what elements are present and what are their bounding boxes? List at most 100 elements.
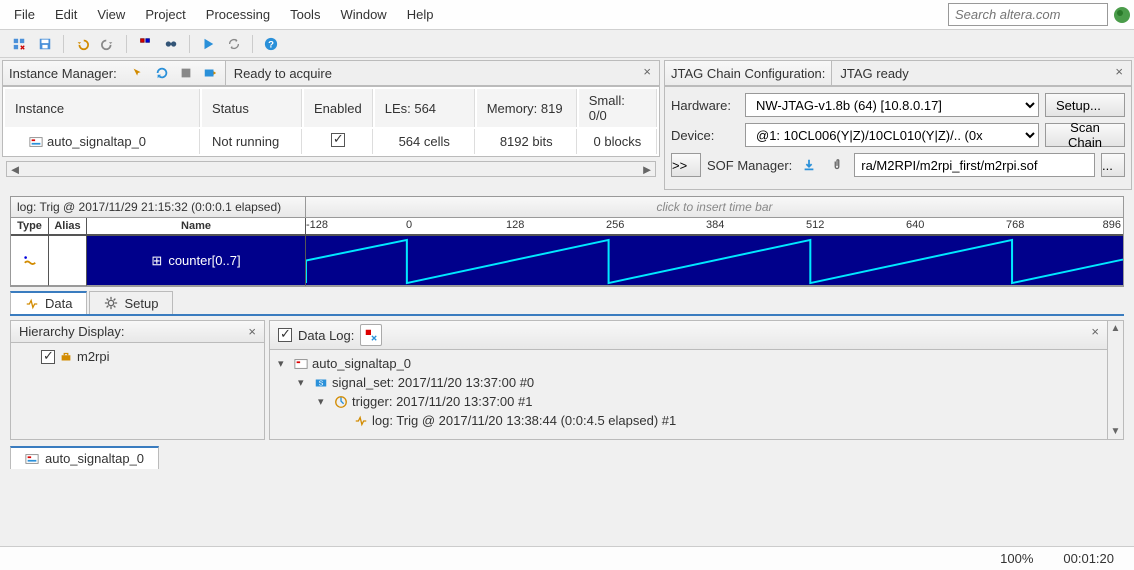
- zoom-level: 100%: [1000, 551, 1033, 566]
- menu-file[interactable]: File: [4, 2, 45, 27]
- sof-path-input[interactable]: [854, 153, 1095, 177]
- tick: 256: [606, 219, 624, 231]
- menu-edit[interactable]: Edit: [45, 2, 87, 27]
- memory-cell: 8192 bits: [477, 129, 577, 154]
- log-title: log: Trig @ 2017/11/29 21:15:32 (0:0:0.1…: [11, 197, 306, 217]
- scanchain-button[interactable]: Scan Chain: [1045, 123, 1125, 147]
- hardware-label: Hardware:: [671, 98, 739, 113]
- col-les[interactable]: LEs: 564: [375, 89, 475, 127]
- horiz-scrollbar[interactable]: ◄ ►: [6, 161, 656, 177]
- col-name[interactable]: Name: [87, 218, 306, 234]
- bottom-tab[interactable]: auto_signaltap_0: [10, 446, 159, 469]
- analyze-icon[interactable]: [8, 33, 30, 55]
- col-small[interactable]: Small: 0/0: [579, 89, 657, 127]
- menu-view[interactable]: View: [87, 2, 135, 27]
- waveform-canvas[interactable]: [306, 236, 1123, 286]
- vert-scrollbar[interactable]: ▲ ▼: [1107, 321, 1123, 439]
- jtag-status: JTAG ready: [831, 61, 1131, 85]
- tick: 384: [706, 219, 724, 231]
- svg-text:S: S: [319, 380, 324, 387]
- enabled-checkbox[interactable]: [331, 133, 345, 147]
- instance-manager-label: Instance Manager:: [3, 66, 123, 81]
- im-stop-icon[interactable]: [175, 62, 197, 84]
- im-cursor-icon[interactable]: [127, 62, 149, 84]
- tick: 640: [906, 219, 924, 231]
- datalog-checkbox[interactable]: [278, 328, 292, 342]
- main-toolbar: ?: [0, 30, 1134, 58]
- setup-button[interactable]: Setup...: [1045, 93, 1125, 117]
- menu-bar: File Edit View Project Processing Tools …: [0, 0, 1134, 30]
- scroll-up-icon[interactable]: ▲: [1111, 323, 1121, 334]
- close-icon[interactable]: ×: [639, 64, 655, 79]
- scroll-left-icon[interactable]: ◄: [7, 162, 23, 177]
- tab-data[interactable]: Data: [10, 291, 87, 314]
- col-memory[interactable]: Memory: 819: [477, 89, 577, 127]
- tick: 896: [1103, 219, 1121, 231]
- signal-type-icon[interactable]: [11, 236, 49, 286]
- play-icon[interactable]: [197, 33, 219, 55]
- instance-status-cell: Not running: [202, 129, 302, 154]
- hierarchy-checkbox[interactable]: [41, 350, 55, 364]
- globe-icon[interactable]: [1114, 7, 1130, 23]
- tree-item[interactable]: ▾auto_signaltap_0: [278, 354, 1099, 373]
- elapsed-time: 00:01:20: [1063, 551, 1114, 566]
- close-icon[interactable]: ×: [1111, 64, 1127, 79]
- help-icon[interactable]: ?: [260, 33, 282, 55]
- im-read-icon[interactable]: [199, 62, 221, 84]
- time-ruler[interactable]: -128 0 128 256 384 512 640 768 896: [306, 218, 1123, 236]
- col-enabled[interactable]: Enabled: [304, 89, 373, 127]
- device-select[interactable]: @1: 10CL006(Y|Z)/10CL010(Y|Z)/.. (0x: [745, 123, 1039, 147]
- instance-name: auto_signaltap_0: [47, 134, 146, 149]
- tick: -128: [306, 219, 328, 231]
- menu-project[interactable]: Project: [135, 2, 195, 27]
- tick: 512: [806, 219, 824, 231]
- recycle-icon[interactable]: [223, 33, 245, 55]
- status-bar: 100% 00:01:20: [0, 546, 1134, 570]
- col-alias[interactable]: Alias: [49, 218, 87, 234]
- svg-text:?: ?: [268, 39, 274, 50]
- jtag-label: JTAG Chain Configuration:: [665, 66, 831, 81]
- flag-icon[interactable]: [134, 33, 156, 55]
- binoculars-icon[interactable]: [160, 33, 182, 55]
- hierarchy-title: Hierarchy Display:: [19, 324, 124, 339]
- undo-icon[interactable]: [71, 33, 93, 55]
- expand-button[interactable]: >>: [671, 153, 701, 177]
- tick: 128: [506, 219, 524, 231]
- tab-setup[interactable]: Setup: [89, 291, 173, 314]
- scroll-down-icon[interactable]: ▼: [1111, 426, 1121, 437]
- signal-name-cell[interactable]: ⊞counter[0..7]: [87, 236, 306, 286]
- alias-cell[interactable]: [49, 236, 87, 286]
- close-icon[interactable]: ×: [1087, 324, 1103, 339]
- browse-button[interactable]: ...: [1101, 153, 1125, 177]
- save-icon[interactable]: [34, 33, 56, 55]
- menu-processing[interactable]: Processing: [196, 2, 280, 27]
- device-label: Device:: [671, 128, 739, 143]
- datalog-title: Data Log:: [298, 328, 354, 343]
- wave-tabs: Data Setup: [10, 291, 1124, 316]
- menu-help[interactable]: Help: [397, 2, 444, 27]
- waveform-panel: log: Trig @ 2017/11/29 21:15:32 (0:0:0.1…: [10, 196, 1124, 287]
- menu-tools[interactable]: Tools: [280, 2, 330, 27]
- col-instance[interactable]: Instance: [5, 89, 200, 127]
- download-icon[interactable]: [798, 154, 820, 176]
- datalog-tool-icon[interactable]: [360, 324, 382, 346]
- tree-item[interactable]: ▾trigger: 2017/11/20 13:37:00 #1: [278, 392, 1099, 411]
- redo-icon[interactable]: [97, 33, 119, 55]
- les-cell: 564 cells: [375, 129, 475, 154]
- tree-item[interactable]: ▾Ssignal_set: 2017/11/20 13:37:00 #0: [278, 373, 1099, 392]
- timebar-hint[interactable]: click to insert time bar: [306, 197, 1123, 217]
- hierarchy-item[interactable]: m2rpi: [19, 347, 256, 366]
- search-input[interactable]: [948, 3, 1108, 26]
- col-status[interactable]: Status: [202, 89, 302, 127]
- instance-table: Instance Status Enabled LEs: 564 Memory:…: [2, 86, 660, 157]
- tree-item[interactable]: log: Trig @ 2017/11/20 13:38:44 (0:0:4.5…: [278, 411, 1099, 430]
- attach-icon[interactable]: [826, 154, 848, 176]
- table-row[interactable]: auto_signaltap_0 Not running 564 cells 8…: [5, 129, 657, 154]
- close-icon[interactable]: ×: [244, 324, 260, 339]
- col-type[interactable]: Type: [11, 218, 49, 234]
- scroll-right-icon[interactable]: ►: [639, 162, 655, 177]
- im-refresh-icon[interactable]: [151, 62, 173, 84]
- hardware-select[interactable]: NW-JTAG-v1.8b (64) [10.8.0.17]: [745, 93, 1039, 117]
- menu-window[interactable]: Window: [330, 2, 396, 27]
- sof-label: SOF Manager:: [707, 158, 792, 173]
